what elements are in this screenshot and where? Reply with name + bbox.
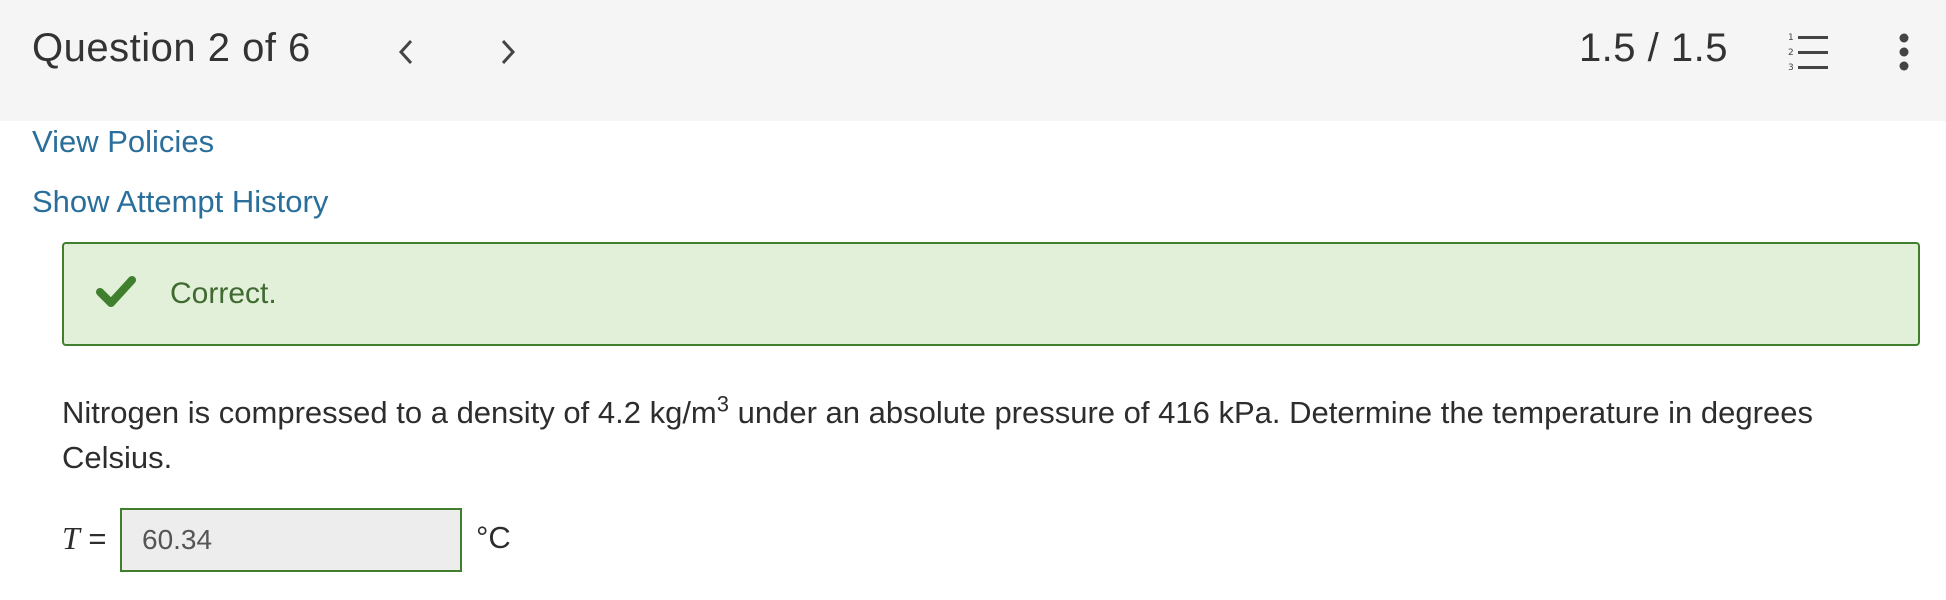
svg-text:1: 1 <box>1788 33 1794 43</box>
answer-input[interactable] <box>120 508 462 572</box>
view-policies-link[interactable]: View Policies <box>32 124 214 160</box>
equals-sign: = <box>79 521 107 556</box>
svg-text:2: 2 <box>1788 48 1794 58</box>
feedback-status-text: Correct. <box>170 277 277 310</box>
answer-unit: °C <box>476 520 511 555</box>
feedback-banner: Correct. <box>62 242 1920 346</box>
svg-text:3: 3 <box>1788 63 1794 73</box>
variable-symbol: T <box>62 520 80 556</box>
question-header: Question 2 of 6 1.5 / 1.5 1 2 3 <box>0 0 1946 121</box>
vertical-ellipsis-icon <box>1899 33 1909 71</box>
question-exponent: 3 <box>716 391 730 417</box>
question-counter: Question 2 of 6 <box>32 26 311 70</box>
question-text-part-1: Nitrogen is compressed to a density of 4… <box>62 395 717 430</box>
show-attempt-history-link[interactable]: Show Attempt History <box>32 184 328 220</box>
more-options-button[interactable] <box>1890 28 1918 76</box>
chevron-right-icon <box>501 39 516 65</box>
checkmark-icon <box>96 276 136 307</box>
question-list-button[interactable]: 1 2 3 <box>1784 28 1832 76</box>
next-question-button[interactable] <box>488 30 528 74</box>
numbered-list-icon: 1 2 3 <box>1788 33 1828 73</box>
previous-question-button[interactable] <box>386 30 426 74</box>
answer-variable-label: T = <box>62 520 107 557</box>
score-display: 1.5 / 1.5 <box>1578 26 1728 70</box>
chevron-left-icon <box>398 39 413 65</box>
question-text: Nitrogen is compressed to a density of 4… <box>62 390 1892 480</box>
